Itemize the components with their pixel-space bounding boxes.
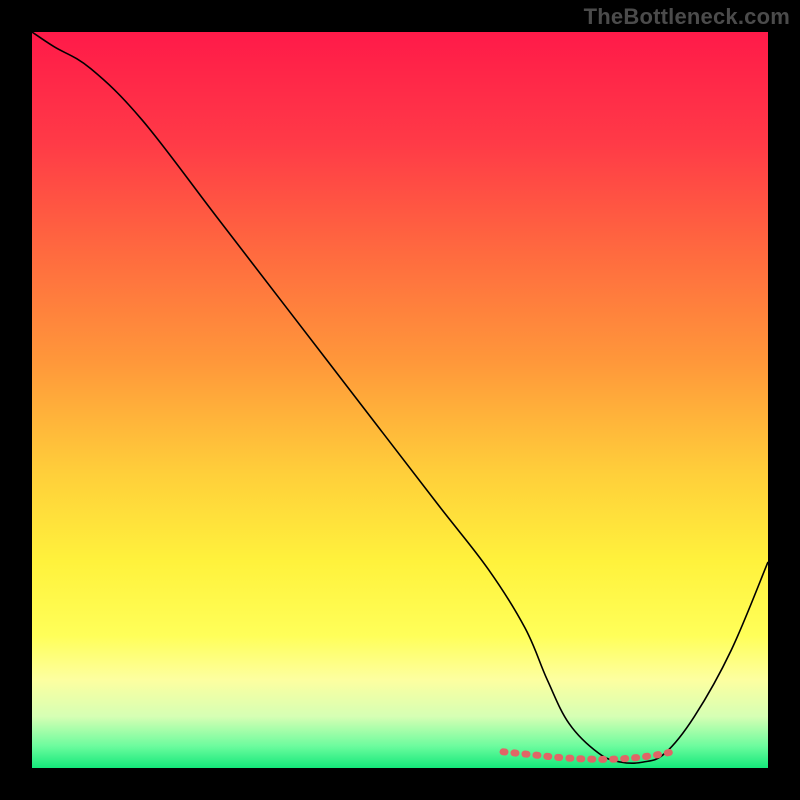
plot-background <box>32 32 768 768</box>
plot-svg <box>32 32 768 768</box>
chart-frame: TheBottleneck.com <box>0 0 800 800</box>
watermark-text: TheBottleneck.com <box>584 4 790 30</box>
plot-area <box>32 32 768 768</box>
